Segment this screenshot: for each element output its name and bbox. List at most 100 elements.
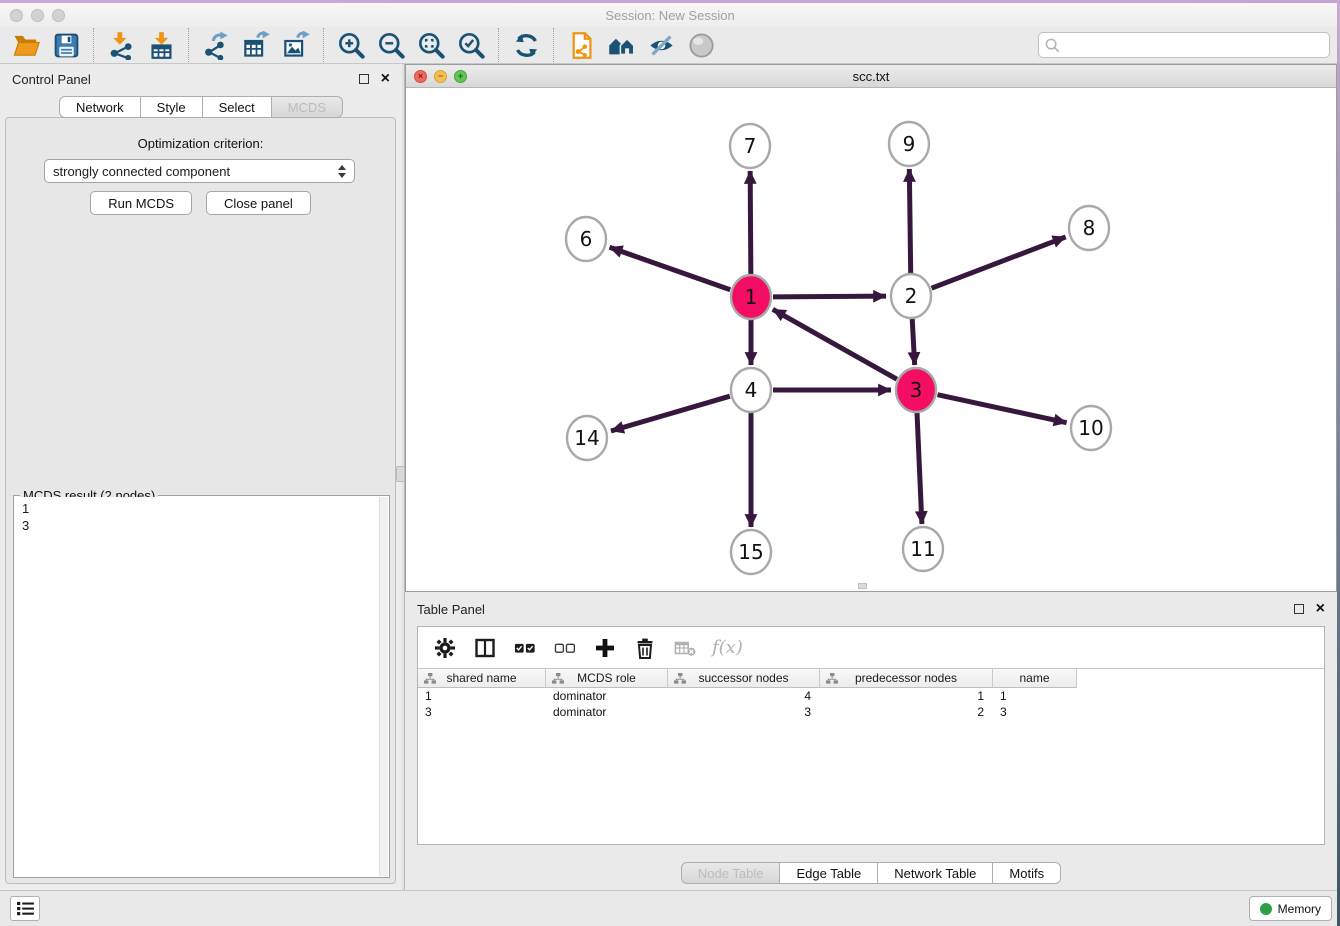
export-table-button[interactable] [236,28,276,62]
create-column-button[interactable] [592,635,618,661]
zoom-fit-button[interactable] [411,28,451,62]
apply-layout-button[interactable] [506,28,546,62]
table-row[interactable]: 3dominator323 [418,704,1324,720]
graph-node-9[interactable]: 9 [889,122,929,166]
edge-3-10[interactable] [937,395,1066,423]
tab-mcds[interactable]: MCDS [272,96,343,118]
delete-table-button[interactable] [672,635,698,661]
column-header-predecessor-nodes[interactable]: predecessor nodes [820,669,993,688]
table-cell[interactable]: 1 [820,688,993,704]
network-from-selection-button[interactable] [561,28,601,62]
table-cell[interactable]: 1 [993,688,1077,704]
zoom-in-button[interactable] [331,28,371,62]
edge-1-2[interactable] [773,296,886,297]
svg-text:8: 8 [1083,216,1096,240]
tab-style[interactable]: Style [141,96,203,118]
close-table-panel-icon[interactable]: × [1316,604,1325,614]
search-input[interactable] [1064,35,1329,55]
first-neighbors-button[interactable] [601,28,641,62]
network-window-titlebar[interactable]: × − + scc.txt [406,65,1336,88]
refresh-icon [512,31,541,60]
mcds-result-list[interactable]: 1 3 [15,497,378,876]
graph-node-4[interactable]: 4 [731,368,771,412]
export-network-button[interactable] [196,28,236,62]
edge-4-14[interactable] [611,396,730,431]
export-image-button[interactable] [276,28,316,62]
close-panel-button[interactable]: Close panel [206,191,311,215]
graph-node-14[interactable]: 14 [567,416,607,460]
svg-text:11: 11 [910,537,935,561]
save-session-button[interactable] [46,28,86,62]
graph-node-11[interactable]: 11 [903,527,943,571]
function-builder-button[interactable]: f(x) [712,637,743,658]
edge-2-9[interactable] [909,169,910,274]
tab-edge-table[interactable]: Edge Table [780,862,878,884]
close-panel-icon[interactable]: × [381,74,390,84]
plus-icon [594,637,616,659]
network-canvas[interactable]: 7 9 6 8 1 2 4 3 14 10 15 11 [406,88,1336,591]
zoom-selected-icon [457,31,486,60]
task-history-button[interactable] [10,896,40,921]
unselect-all-columns-button[interactable] [552,635,578,661]
delete-column-button[interactable] [632,635,658,661]
graphics-details-button[interactable] [681,28,721,62]
edge-2-3[interactable] [912,318,915,365]
table-cell[interactable]: 3 [668,704,820,720]
hide-selected-button[interactable] [641,28,681,62]
horizontal-splitter-handle[interactable] [858,583,867,589]
network-close-button[interactable]: × [414,70,427,83]
export-image-icon [282,31,311,60]
open-file-button[interactable] [6,28,46,62]
edge-1-7[interactable] [750,171,751,275]
svg-text:4: 4 [745,378,758,402]
column-header-name[interactable]: name [993,669,1077,688]
graph-node-10[interactable]: 10 [1071,406,1111,450]
table-tabs: Node TableEdge TableNetwork TableMotifs [405,862,1337,884]
column-header-shared-name[interactable]: shared name [418,669,546,688]
table-cell[interactable]: 2 [820,704,993,720]
import-table-button[interactable] [141,28,181,62]
graph-node-7[interactable]: 7 [730,124,770,168]
graph-node-15[interactable]: 15 [731,530,771,574]
table-cell[interactable]: 4 [668,688,820,704]
edge-2-8[interactable] [932,237,1066,288]
network-maximize-button[interactable]: + [454,70,467,83]
graph-node-6[interactable]: 6 [566,217,606,261]
table-cell[interactable]: 1 [418,688,546,704]
float-table-panel-icon[interactable] [1294,604,1304,614]
memory-button[interactable]: Memory [1249,896,1332,921]
float-panel-icon[interactable] [359,74,369,84]
zoom-out-button[interactable] [371,28,411,62]
table-cell[interactable]: dominator [546,688,668,704]
tab-node-table[interactable]: Node Table [681,862,781,884]
toggle-column-view-button[interactable] [472,635,498,661]
result-scrollbar[interactable] [379,497,388,876]
network-minimize-button[interactable]: − [434,70,447,83]
tab-motifs[interactable]: Motifs [993,862,1061,884]
edge-3-1[interactable] [773,309,897,379]
import-network-button[interactable] [101,28,141,62]
edge-3-11[interactable] [917,412,922,524]
table-cell[interactable]: 3 [993,704,1077,720]
graph-node-8[interactable]: 8 [1069,206,1109,250]
criterion-dropdown[interactable]: strongly connected component [44,159,355,183]
tab-select[interactable]: Select [203,96,272,118]
svg-text:14: 14 [574,426,599,450]
panel-splitter-handle[interactable] [396,466,405,482]
column-header-MCDS-role[interactable]: MCDS role [546,669,668,688]
graph-node-1[interactable]: 1 [731,275,771,319]
table-settings-button[interactable] [432,635,458,661]
run-mcds-button[interactable]: Run MCDS [90,191,192,215]
table-cell[interactable]: 3 [418,704,546,720]
table-row[interactable]: 1dominator411 [418,688,1324,704]
select-all-columns-button[interactable] [512,635,538,661]
column-header-successor-nodes[interactable]: successor nodes [668,669,820,688]
app-title: Session: New Session [0,8,1340,23]
tab-network-table[interactable]: Network Table [878,862,993,884]
edge-1-6[interactable] [610,247,731,289]
zoom-selected-button[interactable] [451,28,491,62]
table-cell[interactable]: dominator [546,704,668,720]
graph-node-2[interactable]: 2 [891,274,931,318]
graph-node-3[interactable]: 3 [896,368,936,412]
tab-network[interactable]: Network [59,96,141,118]
